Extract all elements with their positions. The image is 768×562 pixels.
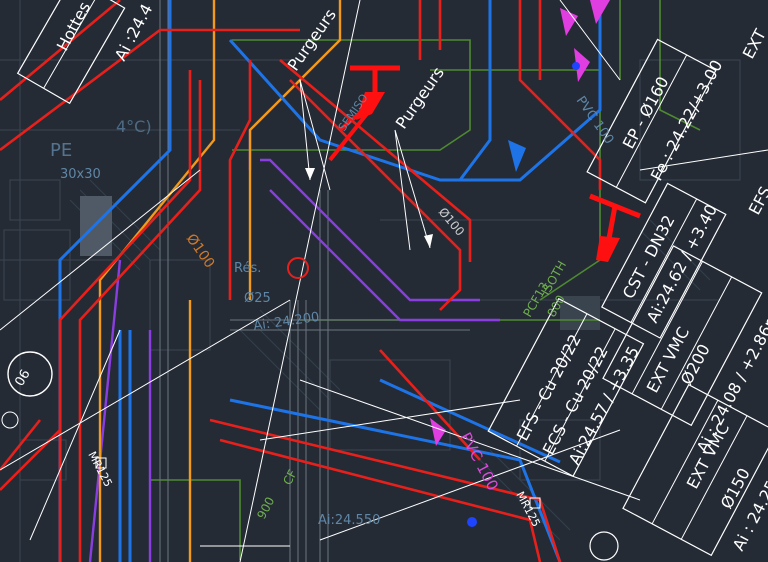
label-room-90: 90 bbox=[10, 366, 31, 388]
label-pe: PE bbox=[50, 140, 72, 161]
label-d100-white: Ø100 bbox=[436, 205, 468, 239]
label-size: 30x30 bbox=[60, 167, 101, 182]
label-degc: 4°C) bbox=[116, 117, 152, 136]
arrow-icon bbox=[596, 236, 620, 262]
fan-icon bbox=[589, 531, 619, 561]
arrow-icon bbox=[424, 234, 433, 248]
label-isoth: ISOTH bbox=[538, 258, 569, 297]
plan-drawing: Hottes Ai :24.4 Purgeurs Purgeurs EP - Ø… bbox=[0, 0, 768, 562]
label-cf: CF bbox=[280, 467, 300, 487]
cad-drawing-canvas[interactable]: Hottes Ai :24.4 Purgeurs Purgeurs EP - Ø… bbox=[0, 0, 768, 562]
label-efs-right: EFS bbox=[745, 183, 768, 218]
fan-icon bbox=[1, 411, 19, 429]
orange-pipes bbox=[98, 0, 342, 562]
valve-dot bbox=[467, 517, 477, 527]
valve-dot bbox=[572, 62, 580, 70]
arrow-icon bbox=[305, 168, 315, 180]
label-purgeurs-2: Purgeurs bbox=[392, 63, 448, 132]
blue-pipes bbox=[58, 0, 602, 562]
label-900: 900 bbox=[254, 495, 277, 522]
label-ext-top: EXT bbox=[739, 26, 768, 62]
label-ai-hottes: Ai :24.4 bbox=[111, 1, 157, 64]
label-res-d: Ø25 bbox=[244, 291, 271, 306]
riser-circle bbox=[287, 257, 309, 279]
label-d100-orange: Ø100 bbox=[183, 231, 218, 271]
label-d150: Ø150 bbox=[717, 465, 754, 512]
label-res: Rés. bbox=[234, 261, 261, 276]
label-ai-4550: Ai:24.550 bbox=[318, 513, 380, 528]
